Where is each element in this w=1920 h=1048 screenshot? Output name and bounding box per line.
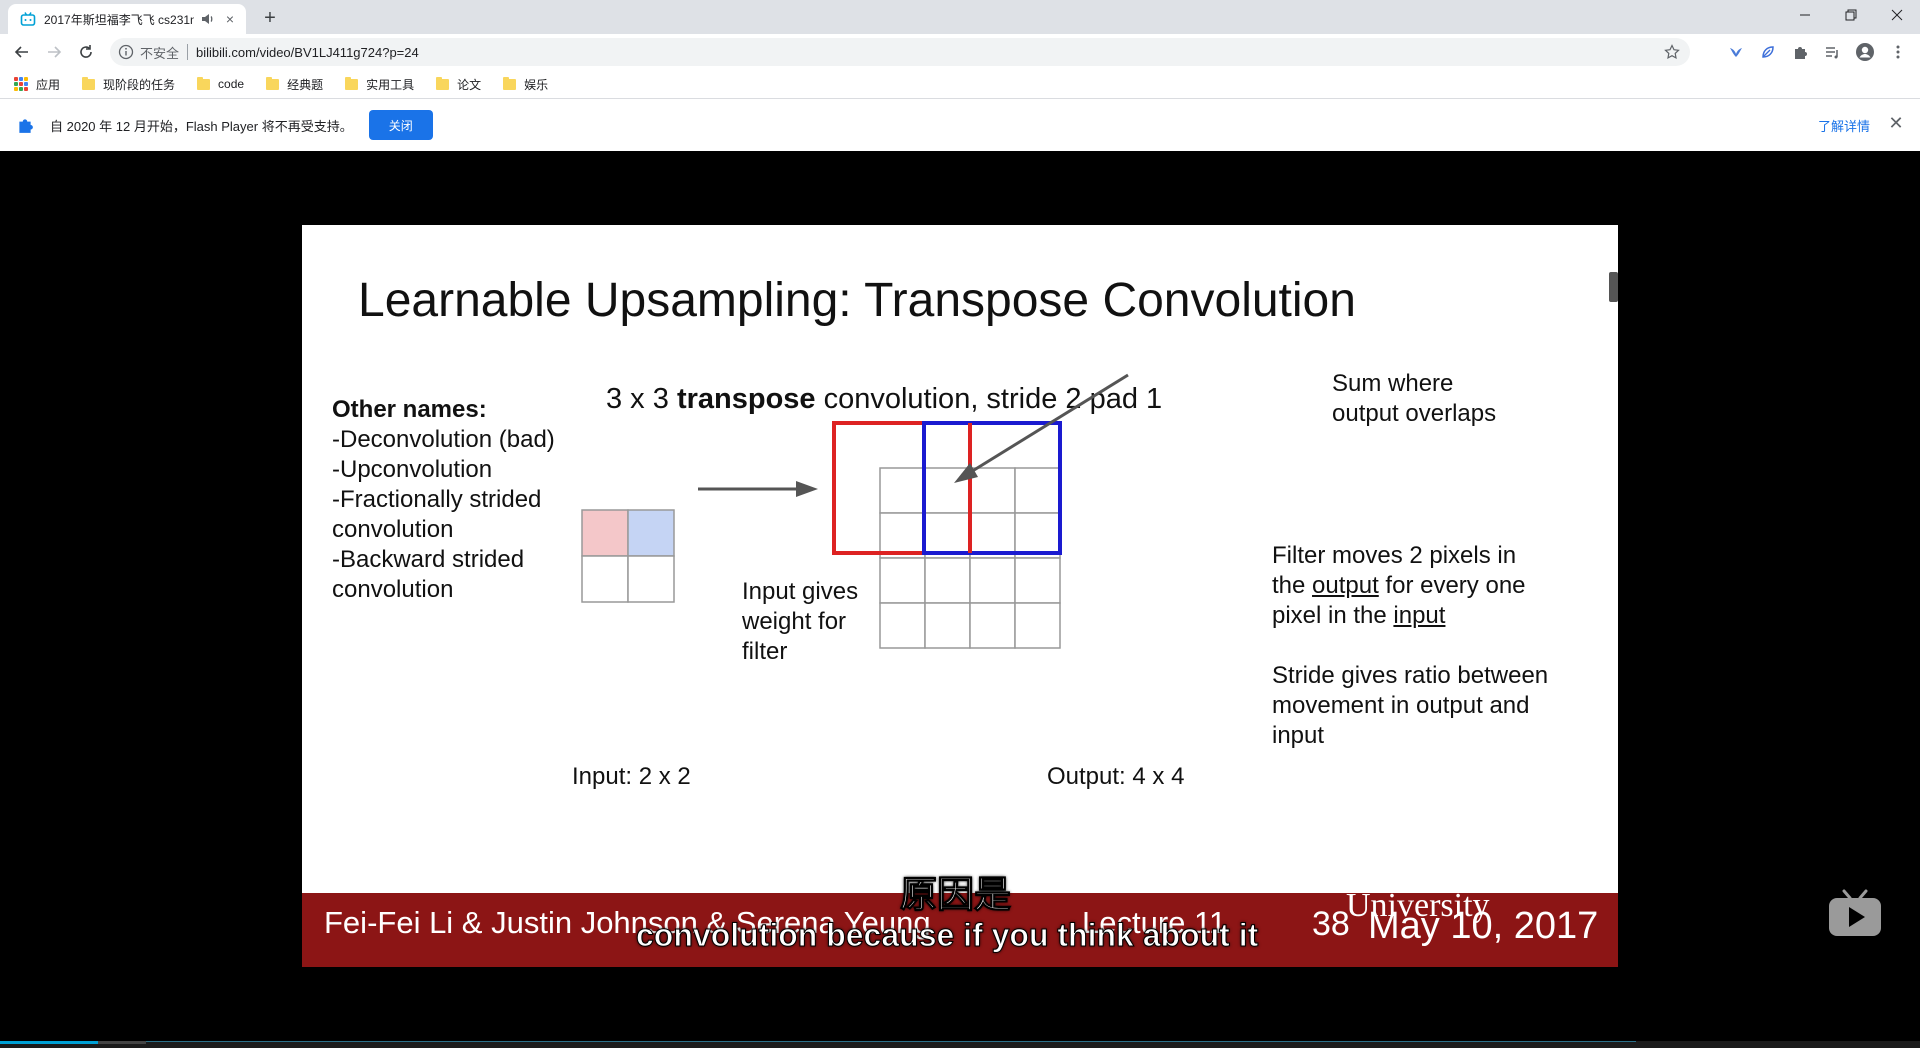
tab-close-icon[interactable]: ×	[222, 11, 238, 27]
bookmark-label: 实用工具	[366, 77, 415, 92]
bookmark-label: 应用	[36, 77, 61, 92]
folder-icon	[266, 76, 280, 90]
bookmark-folder[interactable]: 实用工具	[345, 76, 414, 93]
footer-page-number: 38	[1312, 905, 1350, 943]
bookmark-folder[interactable]: 娱乐	[503, 76, 548, 93]
forward-icon[interactable]	[42, 40, 66, 64]
bookmark-folder[interactable]: 现阶段的任务	[82, 76, 175, 93]
apps-grid-icon	[14, 77, 28, 91]
restore-icon[interactable]	[1828, 0, 1874, 30]
address-separator	[187, 44, 189, 60]
bookmark-label: code	[218, 77, 245, 91]
video-player[interactable]: Learnable Upsampling: Transpose Convolut…	[0, 151, 1920, 1048]
folder-icon	[503, 76, 517, 90]
security-label: 不安全	[140, 45, 180, 61]
folder-icon	[436, 76, 450, 90]
bookmark-folder[interactable]: code	[197, 76, 245, 91]
plugin-puzzle-icon	[19, 119, 33, 133]
transpose-conv-diagram	[581, 373, 1129, 649]
input-to-output-arrow	[698, 481, 818, 497]
bilibili-tv-icon[interactable]	[1826, 889, 1884, 941]
bookmark-folder[interactable]: 经典题	[266, 76, 323, 93]
tab-strip: 2017年斯坦福李飞飞 cs231n × +	[0, 0, 1920, 34]
extension-bird-icon[interactable]	[1726, 42, 1746, 62]
bookmark-star-icon[interactable]	[1664, 44, 1680, 60]
tab-title: 2017年斯坦福李飞飞 cs231n	[44, 12, 194, 27]
media-control-icon[interactable]	[1822, 42, 1842, 62]
url-text[interactable]: bilibili.com/video/BV1LJ411g724?p=24	[196, 45, 419, 60]
bookmark-label: 论文	[457, 77, 482, 92]
minimize-icon[interactable]	[1782, 0, 1828, 30]
bookmark-label: 现阶段的任务	[103, 77, 176, 92]
input-cell-blue	[627, 509, 675, 557]
folder-icon	[345, 76, 359, 90]
overlap-pointer-arrow	[954, 373, 1129, 483]
bilibili-favicon-icon	[20, 12, 36, 26]
learn-more-link[interactable]: 了解详情	[1818, 116, 1870, 135]
infobar-message: 自 2020 年 12 月开始，Flash Player 将不再受支持。	[50, 118, 353, 134]
lecture-slide: Learnable Upsampling: Transpose Convolut…	[302, 225, 1618, 967]
bookmarks-bar: 应用 现阶段的任务 code 经典题 实用工具 论文 娱乐	[0, 70, 1920, 99]
input-cell	[627, 555, 675, 603]
window-close-icon[interactable]	[1874, 0, 1920, 30]
folder-icon	[82, 76, 96, 90]
bookmark-label: 经典题	[287, 77, 324, 92]
input-grid	[581, 509, 675, 603]
browser-tab[interactable]: 2017年斯坦福李飞飞 cs231n ×	[8, 4, 246, 34]
folder-icon	[197, 76, 211, 90]
input-cell	[581, 555, 629, 603]
extensions-puzzle-icon[interactable]	[1790, 42, 1810, 62]
progress-track	[146, 1041, 1636, 1042]
info-icon[interactable]	[118, 44, 134, 60]
subtitle-chinese: 原因是	[900, 874, 1012, 916]
progress-buffered	[98, 1041, 146, 1044]
subtitle-english: convolution because if you think about i…	[635, 917, 1259, 954]
footer-university: University	[1346, 887, 1490, 924]
extension-leaf-icon[interactable]	[1758, 42, 1778, 62]
back-icon[interactable]	[10, 40, 34, 64]
video-progress-bar[interactable]	[0, 1041, 1920, 1048]
infobar-dismiss-icon[interactable]: ✕	[1886, 113, 1906, 133]
audio-playing-icon[interactable]	[200, 11, 216, 27]
infobar-close-button[interactable]: 关闭	[368, 110, 433, 140]
new-tab-button[interactable]: +	[258, 6, 282, 30]
bookmark-label: 娱乐	[524, 77, 549, 92]
bookmark-apps[interactable]: 应用	[14, 76, 60, 93]
profile-avatar-icon[interactable]	[1855, 42, 1875, 62]
progress-played	[0, 1041, 98, 1044]
address-bar[interactable]: 不安全 bilibili.com/video/BV1LJ411g724?p=24	[110, 38, 1690, 66]
menu-kebab-icon[interactable]	[1888, 42, 1908, 62]
browser-toolbar: 不安全 bilibili.com/video/BV1LJ411g724?p=24	[0, 34, 1920, 70]
bookmark-folder[interactable]: 论文	[436, 76, 481, 93]
reload-icon[interactable]	[74, 40, 98, 64]
input-cell-pink	[581, 509, 629, 557]
flash-infobar: 自 2020 年 12 月开始，Flash Player 将不再受支持。 关闭 …	[0, 99, 1920, 152]
